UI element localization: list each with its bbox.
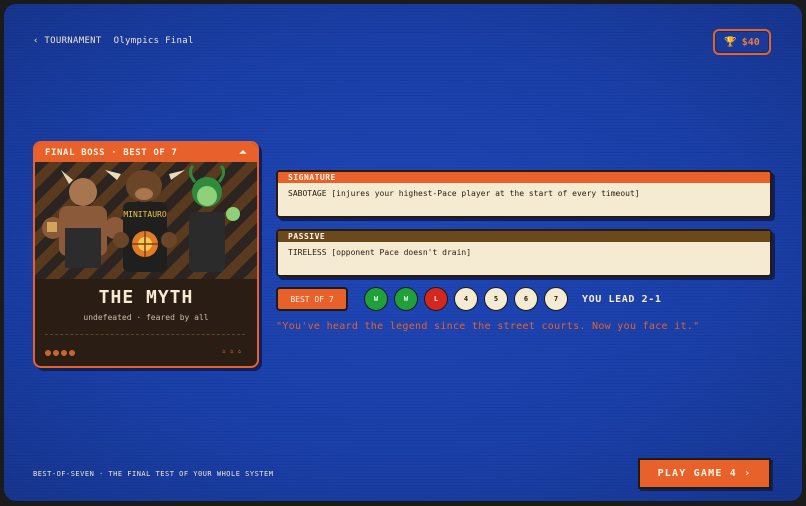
warning-icon: ▵▵▵	[221, 346, 245, 355]
boss-subtitle: undefeated · feared by all	[83, 313, 209, 322]
wallet-amount: $40	[741, 36, 760, 48]
boss-illustration: MINITAURO	[42, 164, 240, 272]
back-to-tournament-link[interactable]: ‹ TOURNAMENT	[33, 36, 102, 46]
boss-portrait: MINITAURO	[35, 162, 257, 279]
game-7-pending: 7	[544, 287, 568, 311]
series-tracker: BEST OF 7 W W L 4 5 6 7 YOU LEAD 2-1	[276, 287, 661, 311]
rating-dots	[45, 341, 77, 360]
game-4-pending: 4	[454, 287, 478, 311]
footer-tagline: BEST-OF-SEVEN · THE FINAL TEST OF Y0UR W…	[33, 470, 274, 478]
boss-card-header: FINAL BOSS · BEST OF 7 ⏶	[35, 143, 257, 162]
passive-ability-panel: PASSIVE TIRELESS [opponent Pace doesn't …	[276, 229, 772, 277]
boss-card: FINAL BOSS · BEST OF 7 ⏶ MINITAURO THE M…	[33, 141, 259, 368]
game-1-result: W	[364, 287, 388, 311]
signature-text: SABOTAGE [injures your highest-Pace play…	[288, 189, 640, 198]
event-name: Olympics Final	[113, 36, 194, 46]
passive-text: TIRELESS [opponent Pace doesn't drain]	[288, 248, 472, 257]
boss-quote: "You've heard the legend since the stree…	[276, 321, 700, 332]
play-game-button[interactable]: PLAY GAME 4 ›	[638, 458, 771, 489]
boss-name: THE MYTH	[98, 287, 194, 308]
trophy-icon: ⏶	[239, 147, 247, 158]
game-5-pending: 5	[484, 287, 508, 311]
best-of-badge: BEST OF 7	[276, 287, 348, 311]
passive-label: PASSIVE	[278, 231, 770, 242]
top-nav: ‹ TOURNAMENT Olympics Final	[33, 36, 194, 46]
trophy-icon: 🏆	[724, 36, 737, 48]
series-status: YOU LEAD 2-1	[582, 293, 662, 305]
game-2-result: W	[394, 287, 418, 311]
boss-card-title: FINAL BOSS · BEST OF 7	[45, 147, 178, 158]
wallet-badge: 🏆 $40	[713, 29, 771, 55]
signature-ability-panel: SIGNATURE SABOTAGE [injures your highest…	[276, 170, 772, 218]
game-6-pending: 6	[514, 287, 538, 311]
signature-label: SIGNATURE	[278, 172, 770, 183]
jersey-text: MINITAURO	[123, 210, 167, 219]
boss-card-footer: ▵▵▵	[45, 334, 245, 360]
game-screen: ‹ TOURNAMENT Olympics Final 🏆 $40 FINAL …	[4, 4, 802, 501]
game-3-result: L	[424, 287, 448, 311]
